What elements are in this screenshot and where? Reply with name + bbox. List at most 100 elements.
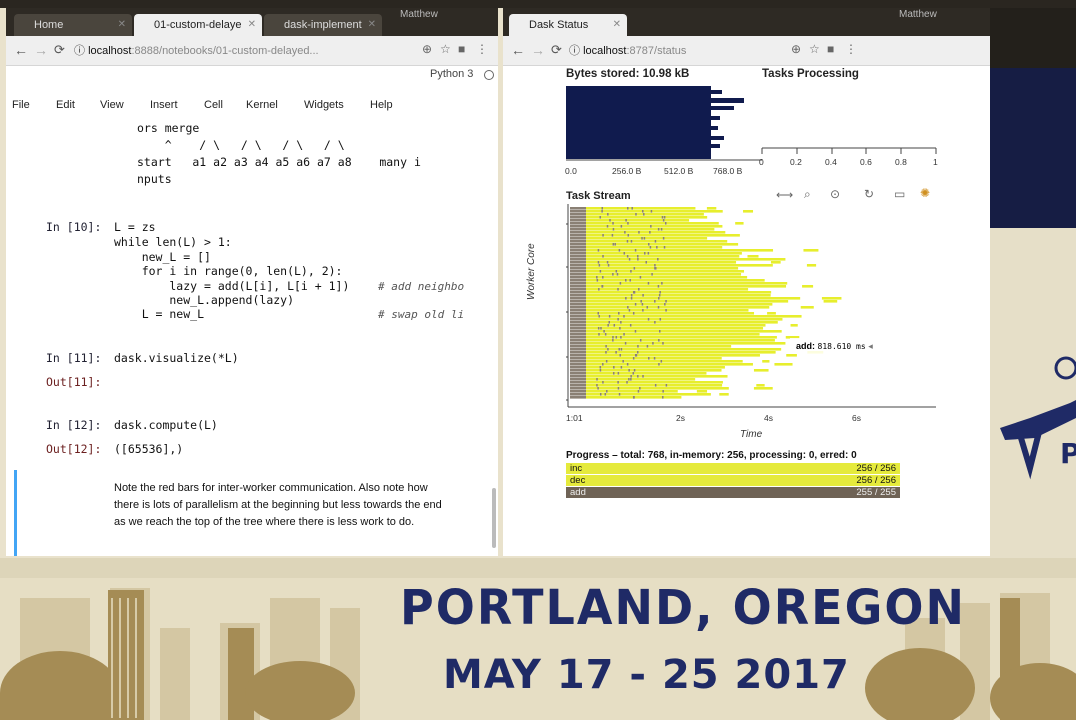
notebook-scrollbar[interactable] [492, 488, 496, 548]
code-line[interactable]: new_L = [] [114, 250, 211, 264]
code-line[interactable]: dask.compute(L) [114, 418, 218, 432]
transfer-bar [627, 207, 629, 210]
close-tab-icon[interactable]: ✕ [368, 14, 376, 36]
menu-view[interactable]: View [100, 99, 124, 111]
transfer-bar [570, 351, 586, 354]
code-line[interactable]: while len(L) > 1: [114, 235, 232, 249]
url-field[interactable]: ⓘ localhost:8888/notebooks/01-custom-del… [74, 41, 336, 61]
transfer-bar [627, 234, 630, 237]
transfer-bar [665, 384, 668, 387]
forward-icon[interactable]: → [34, 42, 48, 58]
code-line[interactable]: dask.visualize(*L) [114, 351, 239, 365]
zoom-icon[interactable]: ⊕ [791, 42, 801, 56]
code-line[interactable]: for i in range(0, len(L), 2): [114, 264, 343, 278]
close-tab-icon[interactable]: ✕ [613, 14, 621, 36]
menu-kernel[interactable]: Kernel [246, 99, 278, 111]
task-bar [586, 216, 708, 219]
back-icon[interactable]: ← [14, 42, 28, 58]
menu-help[interactable]: Help [370, 99, 393, 111]
transfer-bar [629, 324, 632, 327]
transfer-bar [613, 366, 615, 369]
transfer-bar [647, 318, 650, 321]
transfer-bar [626, 240, 629, 243]
transfer-bar [570, 273, 586, 276]
tab-dask-implement[interactable]: dask-implement ✕ [264, 14, 382, 36]
transfer-bar [570, 297, 586, 300]
task-stream-ylabel: Worker Core [526, 243, 537, 300]
extension-icon[interactable]: ■ [827, 42, 834, 56]
task-bar [586, 225, 723, 228]
transfer-bar [658, 297, 660, 300]
transfer-bar [617, 372, 620, 375]
menu-edit[interactable]: Edit [56, 99, 75, 111]
url-field[interactable]: ⓘ localhost:8787/status [569, 41, 789, 61]
wheel-zoom-icon[interactable]: ⊙ [830, 187, 840, 201]
progress-bar-inc: inc 256 / 256 [566, 463, 900, 474]
forward-icon[interactable]: → [531, 42, 545, 58]
menu-cell[interactable]: Cell [204, 99, 223, 111]
tab-home[interactable]: Home ✕ [14, 14, 132, 36]
transfer-bar [601, 207, 603, 210]
user-profile-label[interactable]: Matthew [400, 9, 438, 20]
menu-file[interactable]: File [12, 99, 30, 111]
menu-icon[interactable]: ⋮ [476, 42, 488, 56]
reset-icon[interactable]: ↻ [864, 187, 874, 201]
transfer-bar [624, 342, 627, 345]
close-tab-icon[interactable]: ✕ [118, 14, 126, 36]
transfer-bar [636, 351, 639, 354]
transfer-bar [649, 231, 651, 234]
cell-in-prompt: In [10]: [46, 220, 102, 234]
save-icon[interactable]: ▭ [894, 187, 905, 201]
transfer-bar [570, 384, 586, 387]
transfer-bar [570, 378, 586, 381]
bookmark-star-icon[interactable]: ☆ [440, 42, 451, 56]
zoom-icon[interactable]: ⊕ [422, 42, 432, 56]
bokeh-logo-icon[interactable]: ✺ [920, 186, 930, 200]
transfer-bar [599, 369, 602, 372]
transfer-bar [570, 243, 586, 246]
transfer-bar [570, 213, 586, 216]
task-bar [586, 324, 766, 327]
zoom-icon[interactable]: ⌕ [804, 187, 811, 202]
cell-out-prompt: Out[12]: [46, 442, 102, 456]
progress-value: 256 / 256 [856, 463, 896, 474]
task-bar [719, 393, 729, 396]
bookmark-star-icon[interactable]: ☆ [809, 42, 820, 56]
tasks-processing-title: Tasks Processing [762, 68, 859, 80]
tab-label: Dask Status [529, 19, 589, 31]
code-line[interactable]: L = new_L [114, 307, 204, 321]
menu-widgets[interactable]: Widgets [304, 99, 344, 111]
transfer-bar [620, 321, 622, 324]
poster-logo-graphic: P [1000, 356, 1076, 480]
tab-dask-status[interactable]: Dask Status ✕ [509, 14, 627, 36]
transfer-bar [599, 270, 602, 273]
transfer-bar [637, 255, 639, 258]
pan-icon[interactable]: ⟷ [776, 188, 793, 202]
task-bar [803, 249, 819, 252]
code-line[interactable]: lazy = add(L[i], L[i + 1]) [114, 279, 349, 293]
extension-icon[interactable]: ■ [458, 42, 465, 56]
reload-icon[interactable]: ⟳ [551, 42, 562, 58]
user-profile-label[interactable]: Matthew [899, 9, 937, 20]
tab-custom-delayed[interactable]: 01-custom-delaye ✕ [134, 14, 262, 36]
cell-in-prompt: In [12]: [46, 418, 102, 432]
menu-icon[interactable]: ⋮ [845, 42, 857, 56]
transfer-bar [663, 246, 666, 249]
menu-insert[interactable]: Insert [150, 99, 178, 111]
transfer-bar [570, 315, 586, 318]
transfer-bar [623, 333, 625, 336]
reload-icon[interactable]: ⟳ [54, 42, 65, 58]
close-tab-icon[interactable]: ✕ [248, 14, 256, 36]
transfer-bar [662, 219, 665, 222]
transfer-bar [620, 336, 622, 339]
task-bar [586, 210, 723, 213]
code-line[interactable]: new_L.append(lazy) [114, 293, 294, 307]
transfer-bar [628, 378, 630, 381]
projector-top-strip [0, 0, 1076, 8]
tooltip-pointer-icon: ◂ [868, 341, 873, 351]
transfer-bar [654, 384, 657, 387]
transfer-bar [612, 228, 615, 231]
back-icon[interactable]: ← [511, 42, 525, 58]
tooltip-task-name: add: [796, 341, 815, 351]
code-line[interactable]: L = zs [114, 220, 156, 234]
